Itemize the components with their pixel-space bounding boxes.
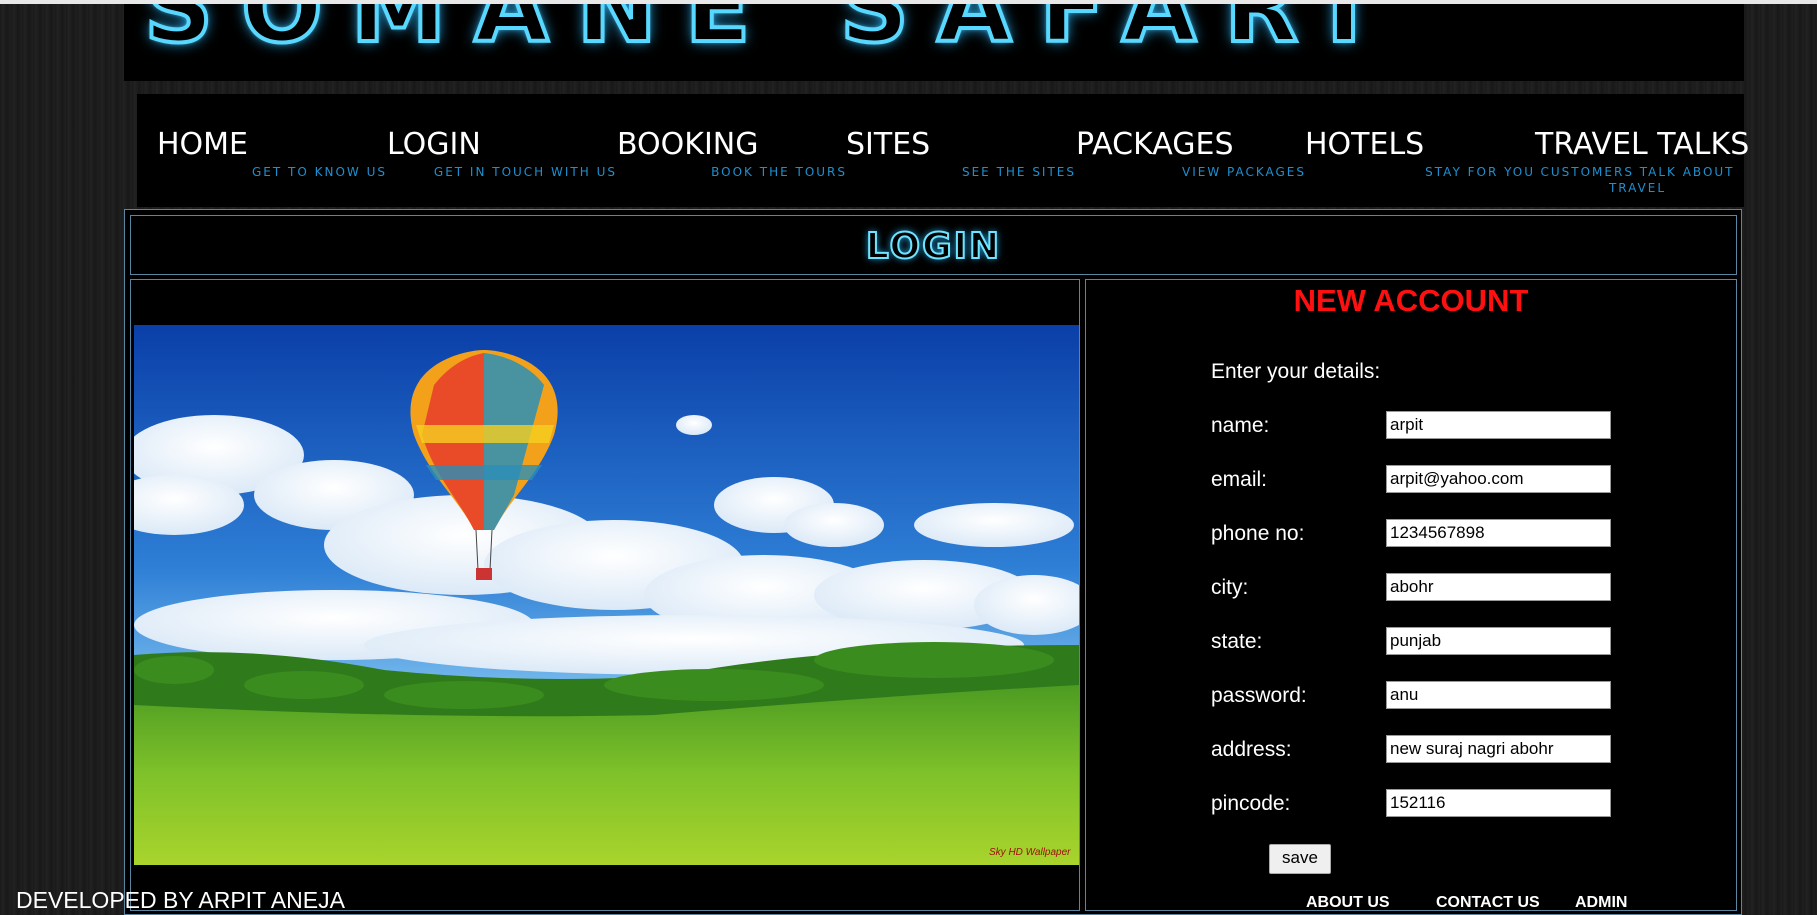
- form-row-state: state:: [1211, 627, 1731, 657]
- password-label: password:: [1211, 684, 1307, 707]
- pincode-field[interactable]: [1386, 789, 1611, 817]
- nav-item-home[interactable]: HOME GET TO KNOW US: [157, 128, 387, 180]
- nav-packages-subtitle: VIEW PACKAGES: [1181, 165, 1306, 179]
- phone-label: phone no:: [1211, 522, 1305, 545]
- site-banner: SOMANE SAFARI: [124, 4, 1744, 81]
- new-account-panel: NEW ACCOUNT Enter your details: name: em…: [1085, 279, 1737, 911]
- nav-home-title[interactable]: HOME: [157, 128, 387, 162]
- nav-item-hotels[interactable]: HOTELS STAY FOR YOU: [1305, 128, 1535, 180]
- nav-item-packages[interactable]: PACKAGES VIEW PACKAGES: [1076, 128, 1306, 180]
- city-label: city:: [1211, 576, 1249, 599]
- nav-hotels-subtitle: STAY FOR YOU: [1425, 165, 1535, 179]
- password-field[interactable]: [1386, 681, 1611, 709]
- save-button[interactable]: save: [1269, 844, 1331, 874]
- login-heading: LOGIN: [865, 225, 1002, 268]
- form-row-password: password:: [1211, 681, 1731, 711]
- state-field[interactable]: [1386, 627, 1611, 655]
- city-field[interactable]: [1386, 573, 1611, 601]
- nav-sites-subtitle: SEE THE SITES: [961, 165, 1076, 179]
- nav-login-title[interactable]: LOGIN: [387, 128, 617, 162]
- nav-travel-talks-title[interactable]: TRAVEL TALKS: [1535, 128, 1749, 162]
- nav-travel-talks-subtitle: CUSTOMERS TALK ABOUT TRAVEL: [1540, 165, 1735, 195]
- image-panel: Sky HD Wallpaper: [130, 279, 1080, 911]
- name-field[interactable]: [1386, 411, 1611, 439]
- nav-home-subtitle: GET TO KNOW US: [252, 165, 387, 179]
- address-field[interactable]: [1386, 735, 1611, 763]
- address-label: address:: [1211, 738, 1292, 761]
- nav-item-booking[interactable]: BOOKING BOOK THE TOURS: [617, 128, 847, 180]
- contact-us-link[interactable]: CONTACT US: [1436, 894, 1540, 912]
- nav-item-travel-talks[interactable]: TRAVEL TALKS CUSTOMERS TALK ABOUT TRAVEL: [1535, 128, 1749, 196]
- form-row-name: name:: [1211, 411, 1731, 441]
- hot-air-balloon-landscape-image: Sky HD Wallpaper: [134, 325, 1079, 865]
- about-us-link[interactable]: ABOUT US: [1306, 894, 1390, 912]
- image-watermark: Sky HD Wallpaper: [989, 847, 1071, 858]
- email-label: email:: [1211, 468, 1268, 491]
- nav-item-login[interactable]: LOGIN GET IN TOUCH WITH US: [387, 128, 617, 180]
- phone-field[interactable]: [1386, 519, 1611, 547]
- form-intro: Enter your details:: [1211, 360, 1381, 383]
- form-row-city: city:: [1211, 573, 1731, 603]
- new-account-title: NEW ACCOUNT: [1293, 283, 1529, 318]
- nav-login-subtitle: GET IN TOUCH WITH US: [433, 165, 617, 179]
- name-label: name:: [1211, 414, 1270, 437]
- developer-credit: DEVELOPED BY ARPIT ANEJA: [16, 887, 345, 913]
- email-field[interactable]: [1386, 465, 1611, 493]
- nav-sites-title[interactable]: SITES: [846, 128, 1076, 162]
- main-navigation: HOME GET TO KNOW US LOGIN GET IN TOUCH W…: [137, 94, 1749, 207]
- banner-logo: SOMANE SAFARI: [142, 4, 1390, 66]
- nav-hotels-title[interactable]: HOTELS: [1305, 128, 1535, 162]
- nav-item-sites[interactable]: SITES SEE THE SITES: [846, 128, 1076, 180]
- nav-packages-title[interactable]: PACKAGES: [1076, 128, 1306, 162]
- pincode-label: pincode:: [1211, 792, 1291, 815]
- form-row-address: address:: [1211, 735, 1731, 765]
- form-row-phone: phone no:: [1211, 519, 1731, 549]
- login-header-bar: LOGIN: [130, 215, 1737, 275]
- state-label: state:: [1211, 630, 1263, 653]
- form-row-pincode: pincode:: [1211, 789, 1731, 819]
- form-row-email: email:: [1211, 465, 1731, 495]
- admin-link[interactable]: ADMIN: [1575, 894, 1627, 912]
- nav-booking-subtitle: BOOK THE TOURS: [711, 165, 847, 179]
- nav-booking-title[interactable]: BOOKING: [617, 128, 847, 162]
